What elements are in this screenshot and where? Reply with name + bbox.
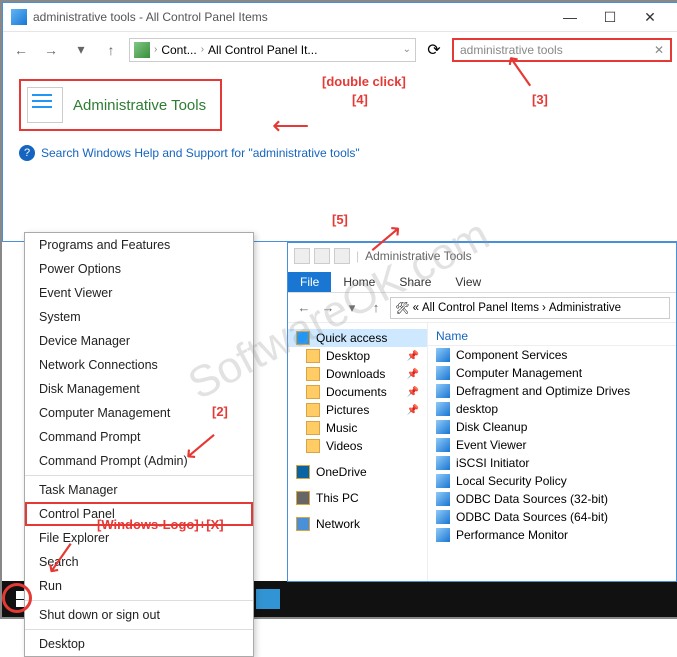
refresh-button[interactable]: ⟳	[422, 38, 446, 62]
file-item[interactable]: Component Services	[428, 346, 676, 364]
forward-button[interactable]: →	[318, 298, 338, 318]
control-panel-window: administrative tools - All Control Panel…	[2, 2, 677, 242]
help-icon: ?	[19, 145, 35, 161]
recent-dropdown[interactable]: ▾	[342, 298, 362, 318]
control-panel-icon	[11, 9, 27, 25]
sidebar-desktop[interactable]: Desktop📌	[288, 347, 427, 365]
qat-icon[interactable]	[334, 248, 350, 264]
back-button[interactable]: ←	[294, 298, 314, 318]
file-item[interactable]: iSCSI Initiator	[428, 454, 676, 472]
sidebar-downloads[interactable]: Downloads📌	[288, 365, 427, 383]
annotation-winx: [Windows-Logo]+[X]	[97, 517, 224, 532]
qat-icon[interactable]	[314, 248, 330, 264]
menu-command-prompt-admin[interactable]: Command Prompt (Admin)	[25, 449, 253, 473]
annotation-hint: [double click]	[322, 74, 406, 89]
menu-device-manager[interactable]: Device Manager	[25, 329, 253, 353]
menu-disk-management[interactable]: Disk Management	[25, 377, 253, 401]
up-button[interactable]: ↑	[99, 38, 123, 62]
file-item[interactable]: Computer Management	[428, 364, 676, 382]
annotation-5: [5]	[332, 212, 348, 227]
explorer-sidebar: Quick access Desktop📌 Downloads📌 Documen…	[288, 323, 428, 581]
annotation-2: [2]	[212, 404, 228, 419]
tab-file[interactable]: File	[288, 272, 331, 292]
file-item[interactable]: Defragment and Optimize Drives	[428, 382, 676, 400]
breadcrumb-part[interactable]: All Control Panel Items	[422, 302, 539, 314]
address-bar[interactable]: › Cont... › All Control Panel It... ⌄	[129, 38, 416, 62]
sidebar-thispc[interactable]: This PC	[288, 489, 427, 507]
file-item[interactable]: Local Security Policy	[428, 472, 676, 490]
breadcrumb-part[interactable]: All Control Panel It...	[208, 43, 317, 57]
window-title: administrative tools - All Control Panel…	[33, 10, 268, 24]
menu-programs-and-features[interactable]: Programs and Features	[25, 233, 253, 257]
menu-power-options[interactable]: Power Options	[25, 257, 253, 281]
admin-tools-icon	[27, 87, 63, 123]
sidebar-music[interactable]: Music	[288, 419, 427, 437]
administrative-tools-result[interactable]: Administrative Tools	[19, 79, 222, 131]
close-button[interactable]: ✕	[630, 3, 670, 31]
file-item[interactable]: Event Viewer	[428, 436, 676, 454]
qat-icon[interactable]	[294, 248, 310, 264]
back-button[interactable]: ←	[9, 38, 33, 62]
ribbon: File Home Share View	[288, 269, 676, 293]
file-item[interactable]: ODBC Data Sources (64-bit)	[428, 508, 676, 526]
menu-desktop[interactable]: Desktop	[25, 632, 253, 656]
tab-view[interactable]: View	[443, 272, 493, 292]
sidebar-videos[interactable]: Videos	[288, 437, 427, 455]
location-icon: 🛠	[395, 301, 410, 315]
file-item[interactable]: Disk Cleanup	[428, 418, 676, 436]
up-button[interactable]: ↑	[366, 298, 386, 318]
menu-task-manager[interactable]: Task Manager	[25, 478, 253, 502]
tab-home[interactable]: Home	[331, 272, 387, 292]
clear-search-icon[interactable]: ✕	[654, 43, 664, 57]
search-input[interactable]: administrative tools ✕	[452, 38, 672, 62]
column-name[interactable]: Name	[428, 327, 676, 346]
breadcrumb-part[interactable]: Administrative	[549, 302, 621, 314]
sidebar-onedrive[interactable]: OneDrive	[288, 463, 427, 481]
maximize-button[interactable]: ☐	[590, 3, 630, 31]
annotation-3: [3]	[532, 92, 548, 107]
file-item[interactable]: desktop	[428, 400, 676, 418]
annotation-4: [4]	[352, 92, 368, 107]
file-list: Name Component Services Computer Managem…	[428, 323, 676, 581]
tab-share[interactable]: Share	[387, 272, 443, 292]
help-text: Search Windows Help and Support for "adm…	[41, 146, 360, 160]
menu-system[interactable]: System	[25, 305, 253, 329]
sidebar-quick-access[interactable]: Quick access	[288, 329, 427, 347]
help-search-link[interactable]: ? Search Windows Help and Support for "a…	[19, 145, 662, 161]
sidebar-documents[interactable]: Documents📌	[288, 383, 427, 401]
menu-shutdown[interactable]: Shut down or sign out	[25, 603, 253, 627]
window-titlebar[interactable]: administrative tools - All Control Panel…	[3, 3, 677, 31]
menu-event-viewer[interactable]: Event Viewer	[25, 281, 253, 305]
sidebar-pictures[interactable]: Pictures📌	[288, 401, 427, 419]
minimize-button[interactable]: —	[550, 3, 590, 31]
file-item[interactable]: ODBC Data Sources (32-bit)	[428, 490, 676, 508]
forward-button[interactable]: →	[39, 38, 63, 62]
explorer-address-bar[interactable]: 🛠 « All Control Panel Items › Administra…	[390, 297, 670, 319]
explorer-titlebar[interactable]: | Administrative Tools	[288, 243, 676, 269]
explorer-nav: ← → ▾ ↑ 🛠 « All Control Panel Items › Ad…	[288, 293, 676, 323]
admin-tools-label: Administrative Tools	[73, 97, 206, 114]
breadcrumb-part[interactable]: Cont...	[161, 43, 196, 57]
arrow-icon: ⟵	[272, 110, 309, 141]
navigation-bar: ← → ▾ ↑ › Cont... › All Control Panel It…	[3, 31, 677, 67]
sidebar-network[interactable]: Network	[288, 515, 427, 533]
app-icon[interactable]	[256, 589, 280, 609]
menu-network-connections[interactable]: Network Connections	[25, 353, 253, 377]
explorer-window: | Administrative Tools File Home Share V…	[287, 242, 677, 582]
file-item[interactable]: Performance Monitor	[428, 526, 676, 544]
location-icon	[134, 42, 150, 58]
recent-dropdown[interactable]: ▾	[69, 38, 93, 62]
annotation-start-circle	[2, 583, 32, 613]
